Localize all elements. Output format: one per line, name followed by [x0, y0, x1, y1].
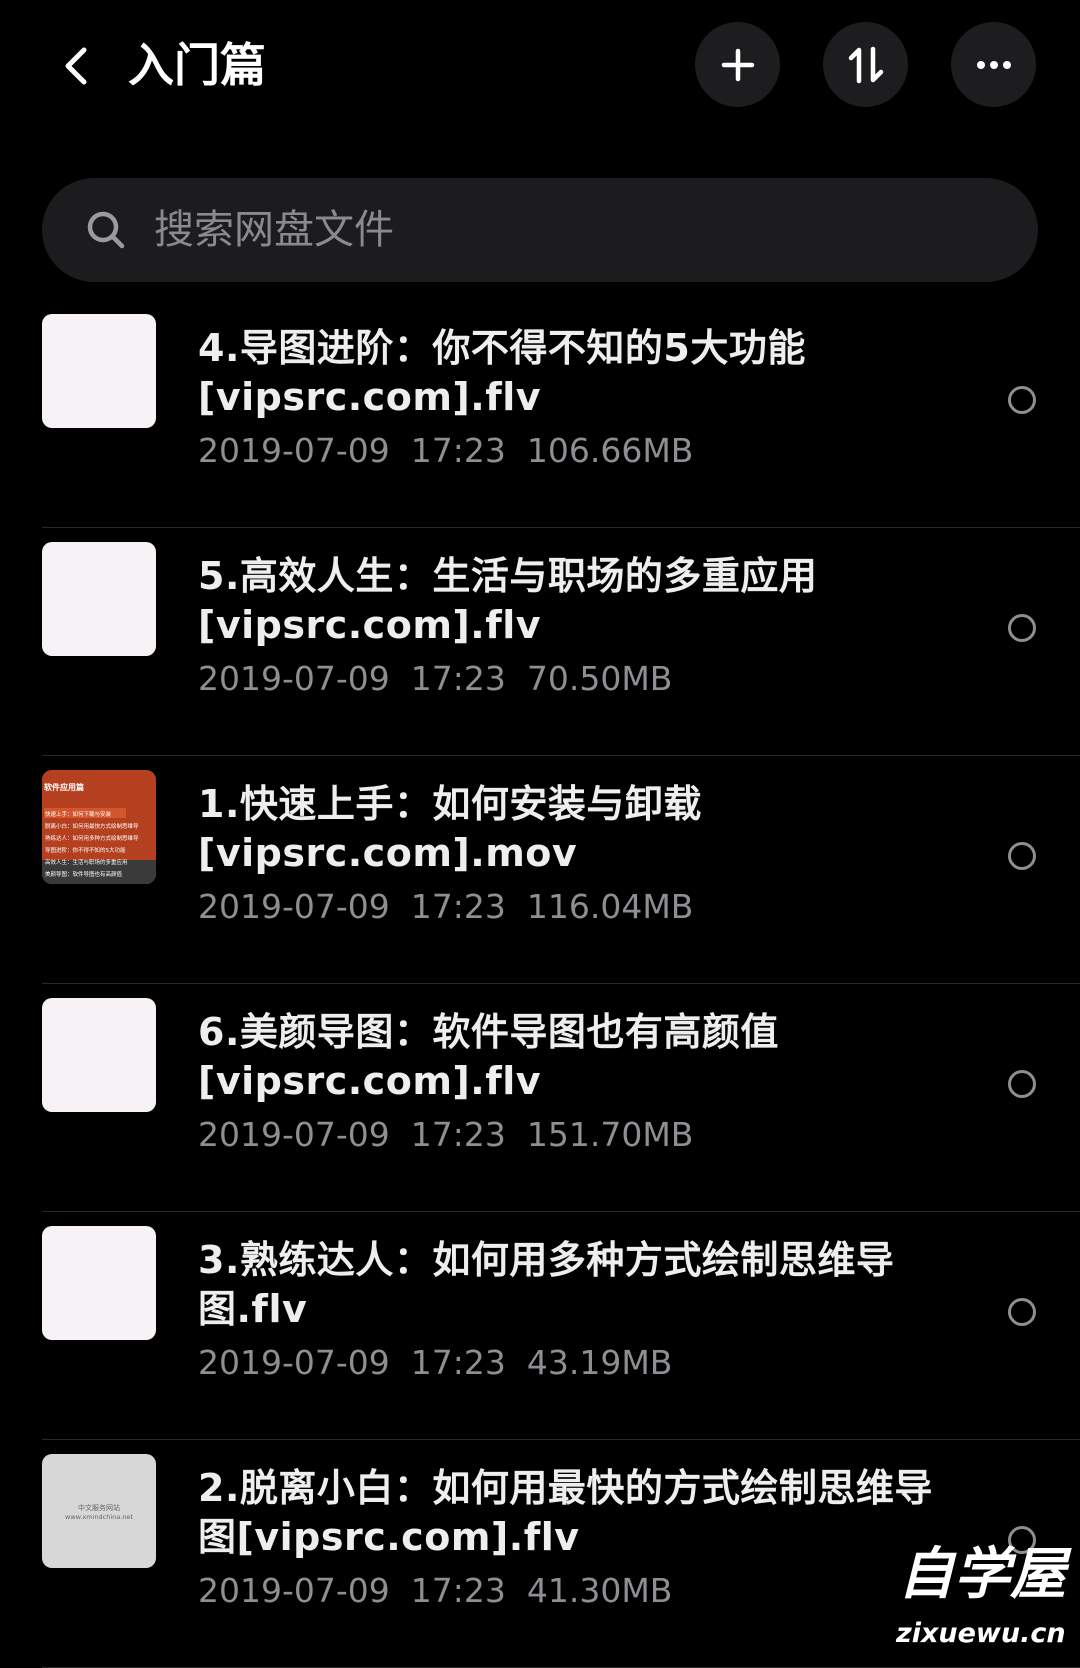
thumb-line: 脱离小白：如何用最快方式绘制思维导 — [45, 822, 139, 830]
top-bar: 入门篇 — [0, 0, 1080, 140]
file-name: 1.快速上手：如何安装与卸载[vipsrc.com].mov — [198, 782, 702, 875]
thumb-title: 软件应用篇 — [44, 782, 84, 792]
watermark-url: zixuewu.cn — [896, 1618, 1066, 1649]
select-checkbox[interactable] — [1008, 1298, 1036, 1326]
file-meta: 2019-07-09 17:23 151.70MB — [198, 1114, 693, 1156]
file-name: 2.脱离小白：如何用最快的方式绘制思维导图[vipsrc.com].flv — [198, 1466, 933, 1559]
sort-button[interactable] — [823, 22, 908, 107]
file-meta: 2019-07-09 17:23 106.66MB — [198, 430, 693, 472]
plus-icon — [721, 48, 754, 81]
file-row[interactable]: 4.导图进阶：你不得不知的5大功能[vipsrc.com].flv 2019-0… — [0, 300, 1080, 528]
file-meta: 2019-07-09 17:23 70.50MB — [198, 658, 672, 700]
file-date: 2019-07-09 — [198, 431, 390, 470]
file-row[interactable]: 6.美颜导图：软件导图也有高颜值[vipsrc.com].flv 2019-07… — [0, 984, 1080, 1212]
file-name: 3.熟练达人：如何用多种方式绘制思维导图.flv — [198, 1238, 895, 1331]
file-size: 43.19MB — [526, 1343, 673, 1382]
select-checkbox[interactable] — [1008, 386, 1036, 414]
file-time: 17:23 — [410, 1115, 506, 1154]
file-size: 116.04MB — [526, 887, 694, 926]
file-meta: 2019-07-09 17:23 41.30MB — [198, 1570, 672, 1612]
thumb-line: 高效人生：生活与职场的多重应用 — [45, 858, 128, 866]
file-thumbnail — [42, 542, 156, 656]
file-time: 17:23 — [410, 887, 506, 926]
back-button[interactable] — [48, 36, 108, 96]
video-thumbnail: 中文服务网站 www.xmindchina.net — [42, 1454, 156, 1568]
thumb-line: 美颜导图：软件导图也有高颜值 — [45, 870, 123, 878]
video-thumbnail: 软件应用篇 快速上手：如何下载与安装 脱离小白：如何用最快方式绘制思维导 熟练达… — [42, 770, 156, 884]
chevron-left-icon — [65, 47, 87, 85]
video-thumbnail-image: 中文服务网站 www.xmindchina.net — [65, 1503, 133, 1521]
file-name: 4.导图进阶：你不得不知的5大功能[vipsrc.com].flv — [198, 326, 806, 419]
file-size: 106.66MB — [526, 431, 694, 470]
file-time: 17:23 — [410, 659, 506, 698]
thumb-line: 快速上手：如何下载与安装 — [45, 810, 112, 818]
video-thumbnail-image: 软件应用篇 快速上手：如何下载与安装 脱离小白：如何用最快方式绘制思维导 熟练达… — [42, 770, 156, 884]
select-checkbox[interactable] — [1008, 842, 1036, 870]
search-icon — [87, 211, 125, 249]
select-checkbox[interactable] — [1008, 614, 1036, 642]
file-time: 17:23 — [410, 431, 506, 470]
search-bar[interactable] — [42, 178, 1038, 282]
file-time: 17:23 — [410, 1571, 506, 1610]
sort-icon — [848, 46, 883, 83]
file-date: 2019-07-09 — [198, 1343, 390, 1382]
page-title: 入门篇 — [128, 38, 266, 92]
file-date: 2019-07-09 — [198, 1115, 390, 1154]
file-date: 2019-07-09 — [198, 887, 390, 926]
file-name: 6.美颜导图：软件导图也有高颜值[vipsrc.com].flv — [198, 1010, 779, 1103]
file-row[interactable]: 软件应用篇 快速上手：如何下载与安装 脱离小白：如何用最快方式绘制思维导 熟练达… — [0, 756, 1080, 984]
file-size: 70.50MB — [526, 659, 673, 698]
file-date: 2019-07-09 — [198, 659, 390, 698]
file-thumbnail — [42, 314, 156, 428]
file-thumbnail — [42, 998, 156, 1112]
watermark-logo-text: 自学屋 — [898, 1542, 1066, 1607]
file-time: 17:23 — [410, 1343, 506, 1382]
thumb-line: www.xmindchina.net — [65, 1513, 133, 1521]
more-icon — [976, 60, 1011, 69]
file-thumbnail — [42, 1226, 156, 1340]
add-button[interactable] — [695, 22, 780, 107]
thumb-line: 中文服务网站 — [78, 1503, 120, 1512]
file-meta: 2019-07-09 17:23 43.19MB — [198, 1342, 672, 1384]
thumb-line: 熟练达人：如何用多种方式绘制思维导 — [45, 834, 139, 842]
thumb-line: 导图进阶：你不得不知的5大功能 — [45, 846, 126, 854]
file-row[interactable]: 3.熟练达人：如何用多种方式绘制思维导图.flv 2019-07-09 17:2… — [0, 1212, 1080, 1440]
select-checkbox[interactable] — [1008, 1070, 1036, 1098]
file-meta: 2019-07-09 17:23 116.04MB — [198, 886, 693, 928]
file-list: 4.导图进阶：你不得不知的5大功能[vipsrc.com].flv 2019-0… — [0, 300, 1080, 1668]
file-row[interactable]: 5.高效人生：生活与职场的多重应用[vipsrc.com].flv 2019-0… — [0, 528, 1080, 756]
file-size: 41.30MB — [526, 1571, 673, 1610]
file-name: 5.高效人生：生活与职场的多重应用[vipsrc.com].flv — [198, 554, 818, 647]
search-input[interactable] — [152, 206, 956, 254]
file-size: 151.70MB — [526, 1115, 694, 1154]
file-date: 2019-07-09 — [198, 1571, 390, 1610]
more-button[interactable] — [951, 22, 1036, 107]
watermark: 自学屋 zixuewu.cn — [890, 1540, 1070, 1660]
